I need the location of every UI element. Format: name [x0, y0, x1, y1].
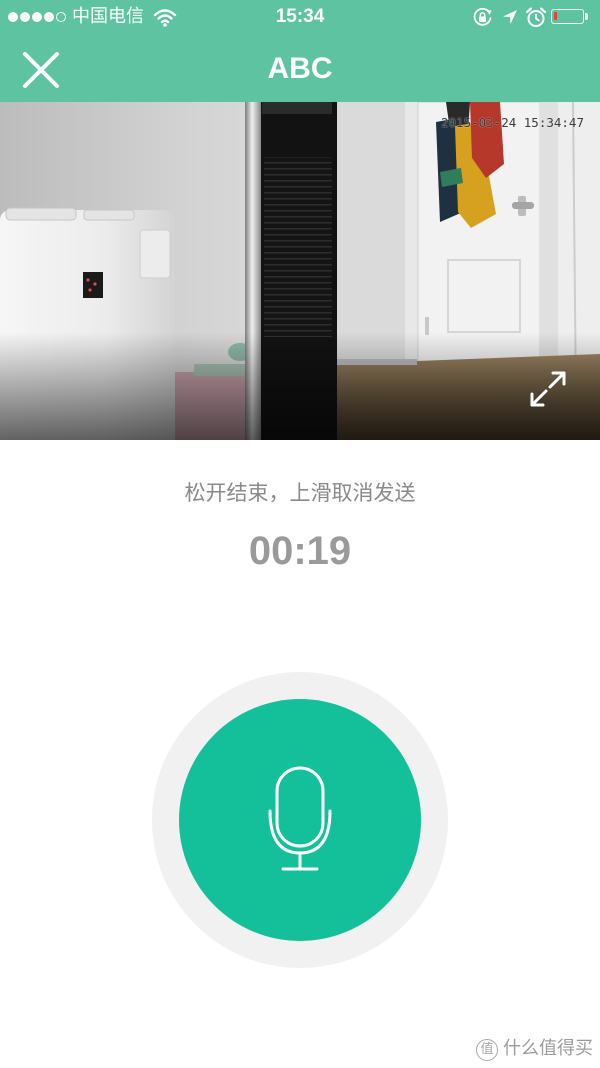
- location-icon: [503, 10, 517, 24]
- camera-scene: [0, 102, 600, 440]
- watermark-text: 什么值得买: [503, 1038, 593, 1059]
- alarm-icon: [525, 7, 547, 27]
- purifier-light: [93, 282, 97, 286]
- carrier-name: 中国电信: [72, 6, 144, 27]
- camera-video-feed[interactable]: 2015-03-24 15:34:47: [0, 102, 600, 440]
- signal-dot: [44, 12, 54, 22]
- door-frame-right: [540, 102, 558, 367]
- purifier-light: [86, 278, 90, 282]
- signal-dot: [8, 12, 18, 22]
- purifier-control-panel: [139, 229, 171, 279]
- signal-dot: [32, 12, 42, 22]
- record-button-ring: [152, 672, 448, 968]
- signal-dot: [56, 12, 66, 22]
- watermark-logo: 值: [476, 1039, 498, 1061]
- tower-fan-top: [262, 102, 332, 114]
- purifier-light: [88, 288, 92, 292]
- video-timestamp: 2015-03-24 15:34:47: [441, 115, 584, 130]
- wall-section: [337, 102, 407, 364]
- vignette: [0, 332, 600, 440]
- microphone-icon: [268, 766, 332, 871]
- battery-level: [554, 12, 557, 20]
- purifier-vent-left: [5, 207, 77, 221]
- purifier-vent-right: [83, 209, 135, 221]
- battery-nub: [585, 13, 588, 20]
- signal-dot: [20, 12, 30, 22]
- status-bar: 中国电信 15:34: [0, 0, 600, 35]
- rotation-lock-icon: [473, 7, 492, 26]
- close-button[interactable]: [20, 49, 62, 91]
- purifier-display: [83, 272, 103, 298]
- recording-hint: 松开结束，上滑取消发送: [184, 481, 416, 505]
- door-handle: [512, 202, 534, 209]
- hold-to-talk-button[interactable]: [179, 699, 421, 941]
- header-bar: ABC: [0, 35, 600, 102]
- recording-timer: 00:19: [248, 529, 352, 573]
- close-icon: [23, 52, 59, 88]
- battery-icon: [551, 9, 584, 24]
- wifi-icon: [153, 9, 177, 27]
- tower-fan-grille: [264, 157, 332, 337]
- page-title: ABC: [267, 52, 333, 85]
- fullscreen-icon: [530, 371, 566, 407]
- fullscreen-button[interactable]: [528, 369, 568, 409]
